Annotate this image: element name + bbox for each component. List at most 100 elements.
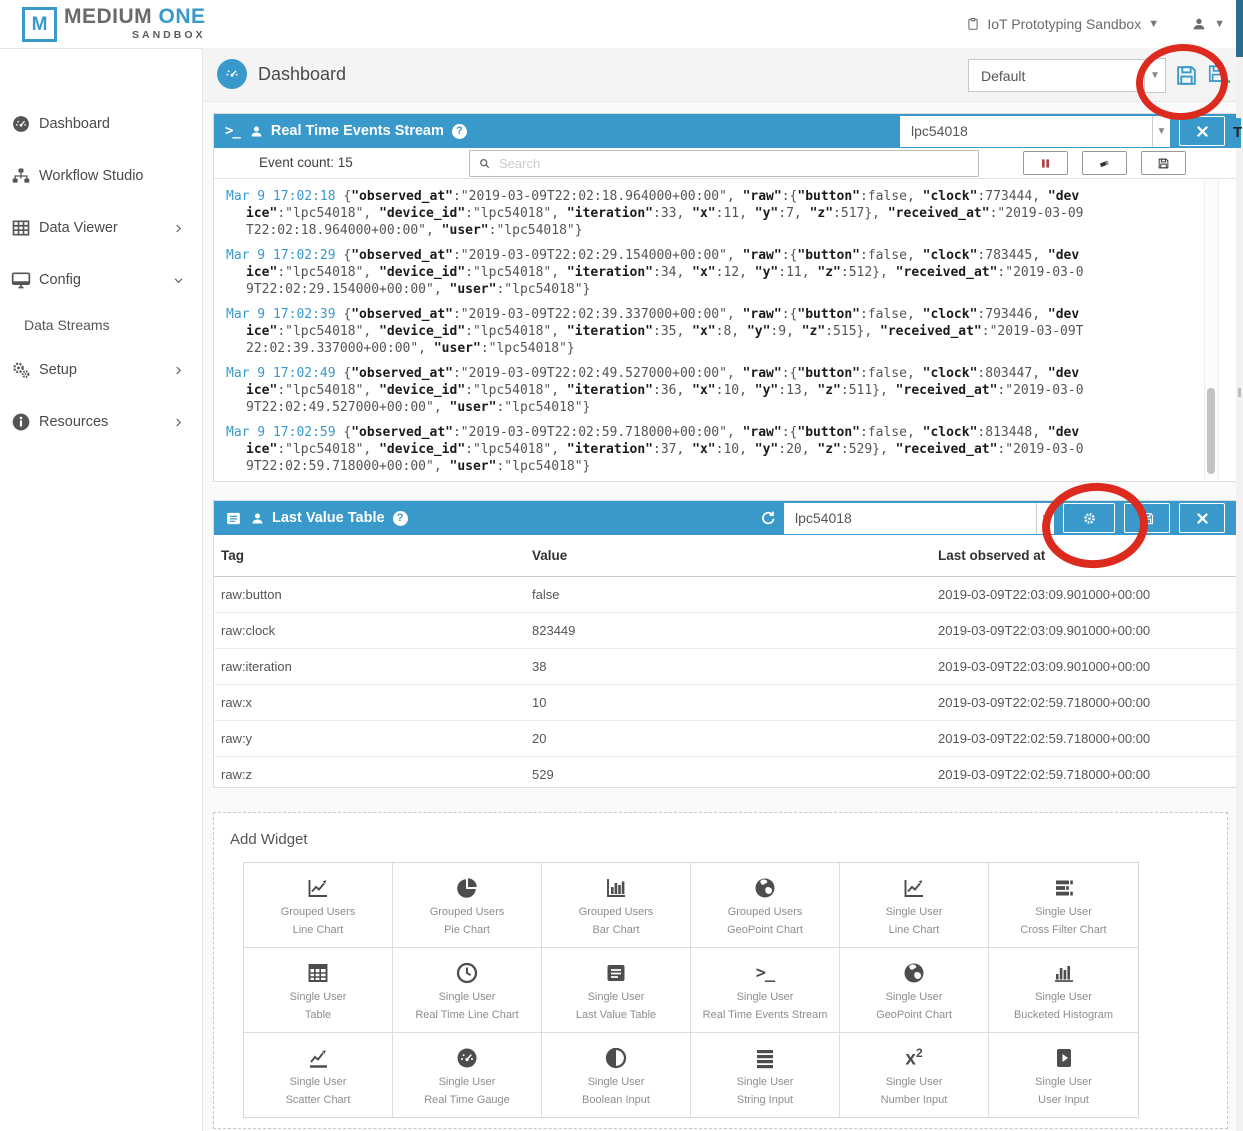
table-row: raw:buttonfalse2019-03-09T22:03:09.90100… [214, 577, 1236, 613]
widget-tile-single-user-real-time-events-stream[interactable]: >_Single UserReal Time Events Stream [691, 948, 840, 1033]
sidebar-item-setup[interactable]: Setup [0, 355, 202, 385]
cell-value: false [532, 587, 938, 602]
save-log-button[interactable] [1141, 151, 1186, 175]
sidebar-item-workflow-studio[interactable]: Workflow Studio [0, 161, 202, 191]
cell-value: 20 [532, 731, 938, 746]
edge-cutoff-text: T [1233, 124, 1243, 141]
widget-grid: Grouped UsersLine ChartGrouped UsersPie … [243, 862, 1139, 1118]
widget-tile-grouped-users-line-chart[interactable]: Grouped UsersLine Chart [244, 863, 393, 948]
workspace-caret-icon[interactable]: ▼ [1148, 18, 1159, 30]
widget-tile-grouped-users-geopoint-chart[interactable]: Grouped UsersGeoPoint Chart [691, 863, 840, 948]
grid-icon [11, 218, 33, 238]
histogram-icon [1052, 960, 1076, 987]
sidebar-item-dashboard[interactable]: Dashboard [0, 109, 202, 139]
table-row: raw:iteration382019-03-09T22:03:09.90100… [214, 649, 1236, 685]
log-entry: Mar 9 17:02:29 {"observed_at":"2019-03-0… [226, 247, 1084, 298]
preset-caret-button[interactable]: ▼ [1145, 58, 1166, 93]
cell-last-observed: 2019-03-09T22:03:09.901000+00:00 [938, 587, 1236, 602]
pie-chart-icon [455, 875, 479, 902]
cell-last-observed: 2019-03-09T22:02:59.718000+00:00 [938, 731, 1236, 746]
bar-chart-icon [604, 875, 628, 902]
number-icon: x2 [905, 1045, 922, 1072]
search-box [469, 150, 979, 177]
close-icon [1195, 124, 1210, 139]
pause-icon [1039, 157, 1052, 170]
cell-last-observed: 2019-03-09T22:03:09.901000+00:00 [938, 623, 1236, 638]
user-icon[interactable] [1191, 16, 1207, 32]
device-caret-icon[interactable]: ▼ [1036, 503, 1054, 534]
widget-tile-single-user-bucketed-histogram[interactable]: Single UserBucketed Histogram [989, 948, 1138, 1033]
log-scrollbar[interactable] [1204, 180, 1219, 480]
widget-tile-single-user-last-value-table[interactable]: Single UserLast Value Table [542, 948, 691, 1033]
event-log[interactable]: Mar 9 17:02:18 {"observed_at":"2019-03-0… [214, 179, 1236, 481]
widget-tile-single-user-boolean-input[interactable]: Single UserBoolean Input [542, 1033, 691, 1117]
widget-tile-single-user-real-time-line-chart[interactable]: Single UserReal Time Line Chart [393, 948, 542, 1033]
widget-tile-single-user-real-time-gauge[interactable]: Single UserReal Time Gauge [393, 1033, 542, 1117]
settings-button[interactable] [1063, 503, 1115, 533]
sidebar-item-data-viewer[interactable]: Data Viewer [0, 213, 202, 243]
help-icon[interactable]: ? [393, 511, 408, 526]
right-edge-strip [1236, 0, 1243, 1131]
search-input[interactable] [497, 155, 978, 172]
close-widget-button[interactable] [1179, 116, 1225, 146]
help-icon[interactable]: ? [452, 124, 467, 139]
pause-button[interactable] [1023, 151, 1068, 175]
edge-teal-block [1236, 0, 1243, 57]
cell-tag: raw:iteration [221, 659, 532, 674]
widget-tile-single-user-geopoint-chart[interactable]: Single UserGeoPoint Chart [840, 948, 989, 1033]
widget-tile-single-user-user-input[interactable]: Single UserUser Input [989, 1033, 1138, 1117]
globe-icon [902, 960, 926, 987]
device-input[interactable] [900, 116, 1152, 147]
workspace-selector[interactable]: IoT Prototyping Sandbox [987, 16, 1141, 32]
sidebar-item-data-streams[interactable]: Data Streams [0, 310, 202, 340]
user-caret-icon[interactable]: ▼ [1214, 18, 1225, 30]
device-caret-icon[interactable]: ▼ [1152, 116, 1170, 147]
boolean-icon [604, 1045, 628, 1072]
widget-tile-single-user-line-chart[interactable]: Single UserLine Chart [840, 863, 989, 948]
close-widget-button[interactable] [1179, 503, 1225, 533]
table-body: raw:buttonfalse2019-03-09T22:03:09.90100… [214, 577, 1236, 792]
sidebar-item-resources[interactable]: Resources [0, 407, 202, 437]
widget-title: Last Value Table [272, 510, 385, 526]
clear-button[interactable] [1082, 151, 1127, 175]
widget-tile-single-user-string-input[interactable]: Single UserString Input [691, 1033, 840, 1117]
event-count: Event count: 15 [259, 155, 353, 170]
column-last-observed: Last observed at [938, 548, 1236, 563]
widget-tile-single-user-table[interactable]: Single UserTable [244, 948, 393, 1033]
logo-m-mark: M [22, 7, 57, 42]
logo-sandbox: SANDBOX [64, 30, 206, 41]
widget-tile-single-user-scatter-chart[interactable]: Single UserScatter Chart [244, 1033, 393, 1117]
table-header-row: Tag Value Last observed at [214, 535, 1236, 577]
events-toolbar: Event count: 15 [214, 148, 1236, 179]
cell-last-observed: 2019-03-09T22:02:59.718000+00:00 [938, 767, 1236, 782]
save-as-new-dashboard-icon[interactable] [1207, 63, 1232, 88]
clock-icon [455, 960, 479, 987]
dashboard-icon [217, 59, 247, 89]
sidebar: Dashboard Workflow Studio Data Viewer Confi… [0, 48, 203, 1131]
cell-tag: raw:button [221, 587, 532, 602]
sidebar-item-config[interactable]: Config [0, 265, 202, 295]
gear-icon [1082, 511, 1097, 526]
dashboard-preset-select[interactable]: Default [968, 59, 1145, 92]
cell-value: 38 [532, 659, 938, 674]
table-row: raw:x102019-03-09T22:02:59.718000+00:00 [214, 685, 1236, 721]
cell-tag: raw:y [221, 731, 532, 746]
widget-tile-single-user-cross-filter-chart[interactable]: Single UserCross Filter Chart [989, 863, 1138, 948]
line-chart-icon [902, 875, 926, 902]
search-icon [470, 157, 491, 170]
gauge-icon [455, 1045, 479, 1072]
save-dashboard-icon[interactable] [1174, 63, 1199, 88]
cell-tag: raw:x [221, 695, 532, 710]
widget-tile-single-user-number-input[interactable]: x2Single UserNumber Input [840, 1033, 989, 1117]
widget-tile-grouped-users-pie-chart[interactable]: Grouped UsersPie Chart [393, 863, 542, 948]
log-scrollbar-thumb[interactable] [1207, 388, 1215, 474]
widget-events-stream: >_ Real Time Events Stream ? ▼ Event cou… [213, 113, 1237, 482]
widget-tile-grouped-users-bar-chart[interactable]: Grouped UsersBar Chart [542, 863, 691, 948]
edge-fragment [1238, 388, 1241, 397]
refresh-icon[interactable] [760, 510, 776, 526]
table-row: raw:z5292019-03-09T22:02:59.718000+00:00 [214, 757, 1236, 792]
device-input[interactable] [784, 503, 1036, 534]
save-widget-button[interactable] [1124, 503, 1170, 533]
chevron-right-icon [173, 417, 184, 428]
device-select: ▼ [900, 116, 1170, 147]
